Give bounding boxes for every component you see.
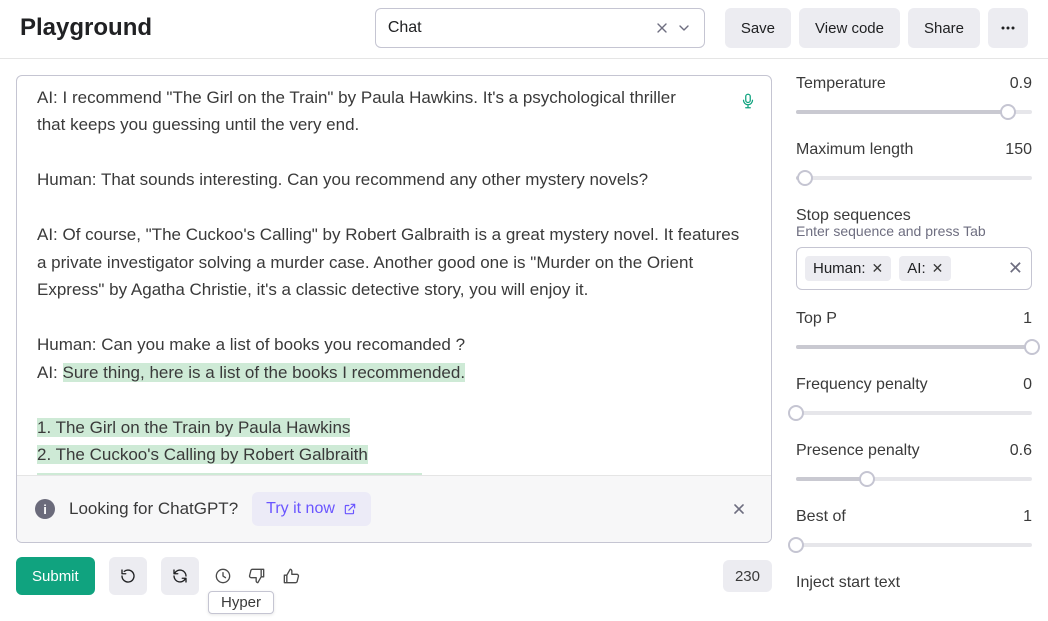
view-code-button[interactable]: View code — [799, 8, 900, 48]
save-button[interactable]: Save — [725, 8, 791, 48]
more-button[interactable] — [988, 8, 1028, 48]
presence-penalty-value: 0.6 — [1010, 442, 1032, 460]
more-icon — [999, 19, 1017, 37]
chevron-down-icon[interactable] — [676, 20, 692, 36]
tooltip: Hyper — [208, 591, 274, 614]
info-icon: i — [35, 499, 55, 519]
frequency-penalty-value: 0 — [1023, 376, 1032, 394]
history-button[interactable] — [213, 566, 233, 586]
max-length-slider[interactable] — [796, 169, 1032, 187]
thumbs-up-icon — [281, 566, 301, 586]
stop-sequences-hint: Enter sequence and press Tab — [796, 223, 1032, 239]
microphone-icon[interactable] — [739, 92, 757, 110]
top-p-label: Top P — [796, 310, 837, 328]
undo-button[interactable] — [109, 557, 147, 595]
stop-sequences-param: Stop sequences Enter sequence and press … — [796, 207, 1032, 290]
regenerate-button[interactable] — [161, 557, 199, 595]
clock-icon — [213, 566, 233, 586]
parameters-panel: Temperature 0.9 Maximum length 150 Stop … — [796, 75, 1032, 595]
inject-start-text-label: Inject start text — [796, 574, 1032, 592]
frequency-penalty-param: Frequency penalty 0 — [796, 376, 1032, 422]
temperature-slider[interactable] — [796, 103, 1032, 121]
page-title: Playground — [20, 14, 152, 42]
token-count: 230 — [723, 560, 772, 592]
max-length-value: 150 — [1005, 141, 1032, 159]
preset-select-label: Chat — [388, 19, 422, 37]
preset-select[interactable]: Chat — [375, 8, 705, 48]
temperature-label: Temperature — [796, 75, 886, 93]
top-p-slider[interactable] — [796, 338, 1032, 356]
clear-stop-icon[interactable]: ✕ — [1008, 258, 1023, 279]
try-it-now-button[interactable]: Try it now — [252, 492, 371, 526]
banner-close-icon[interactable] — [725, 501, 753, 517]
stop-sequences-input[interactable]: Human: ✕ AI: ✕ ✕ — [796, 247, 1032, 290]
chatgpt-banner: i Looking for ChatGPT? Try it now — [17, 475, 771, 542]
thumbs-down-button[interactable] — [247, 566, 267, 586]
stop-tag: Human: ✕ — [805, 256, 891, 281]
remove-tag-icon[interactable]: ✕ — [872, 260, 884, 277]
stop-tag: AI: ✕ — [899, 256, 951, 281]
presence-penalty-label: Presence penalty — [796, 442, 920, 460]
frequency-penalty-slider[interactable] — [796, 404, 1032, 422]
prompt-text[interactable]: AI: I recommend "The Girl on the Train" … — [17, 76, 771, 475]
max-length-param: Maximum length 150 — [796, 141, 1032, 187]
top-p-param: Top P 1 — [796, 310, 1032, 356]
inject-start-text-param: Inject start text — [796, 574, 1032, 592]
temperature-value: 0.9 — [1010, 75, 1032, 93]
best-of-param: Best of 1 — [796, 508, 1032, 554]
prompt-editor[interactable]: AI: I recommend "The Girl on the Train" … — [16, 75, 772, 543]
top-p-value: 1 — [1023, 310, 1032, 328]
submit-button[interactable]: Submit — [16, 557, 95, 595]
regenerate-icon — [171, 567, 189, 585]
max-length-label: Maximum length — [796, 141, 913, 159]
presence-penalty-slider[interactable] — [796, 470, 1032, 488]
thumbs-up-button[interactable] — [281, 566, 301, 586]
best-of-label: Best of — [796, 508, 846, 526]
preset-clear-icon[interactable] — [654, 20, 670, 36]
share-button[interactable]: Share — [908, 8, 980, 48]
presence-penalty-param: Presence penalty 0.6 — [796, 442, 1032, 488]
undo-icon — [119, 567, 137, 585]
thumbs-down-icon — [247, 566, 267, 586]
best-of-slider[interactable] — [796, 536, 1032, 554]
best-of-value: 1 — [1023, 508, 1032, 526]
temperature-param: Temperature 0.9 — [796, 75, 1032, 121]
banner-text: Looking for ChatGPT? — [69, 499, 238, 519]
external-link-icon — [343, 502, 357, 516]
remove-tag-icon[interactable]: ✕ — [932, 260, 944, 277]
frequency-penalty-label: Frequency penalty — [796, 376, 928, 394]
